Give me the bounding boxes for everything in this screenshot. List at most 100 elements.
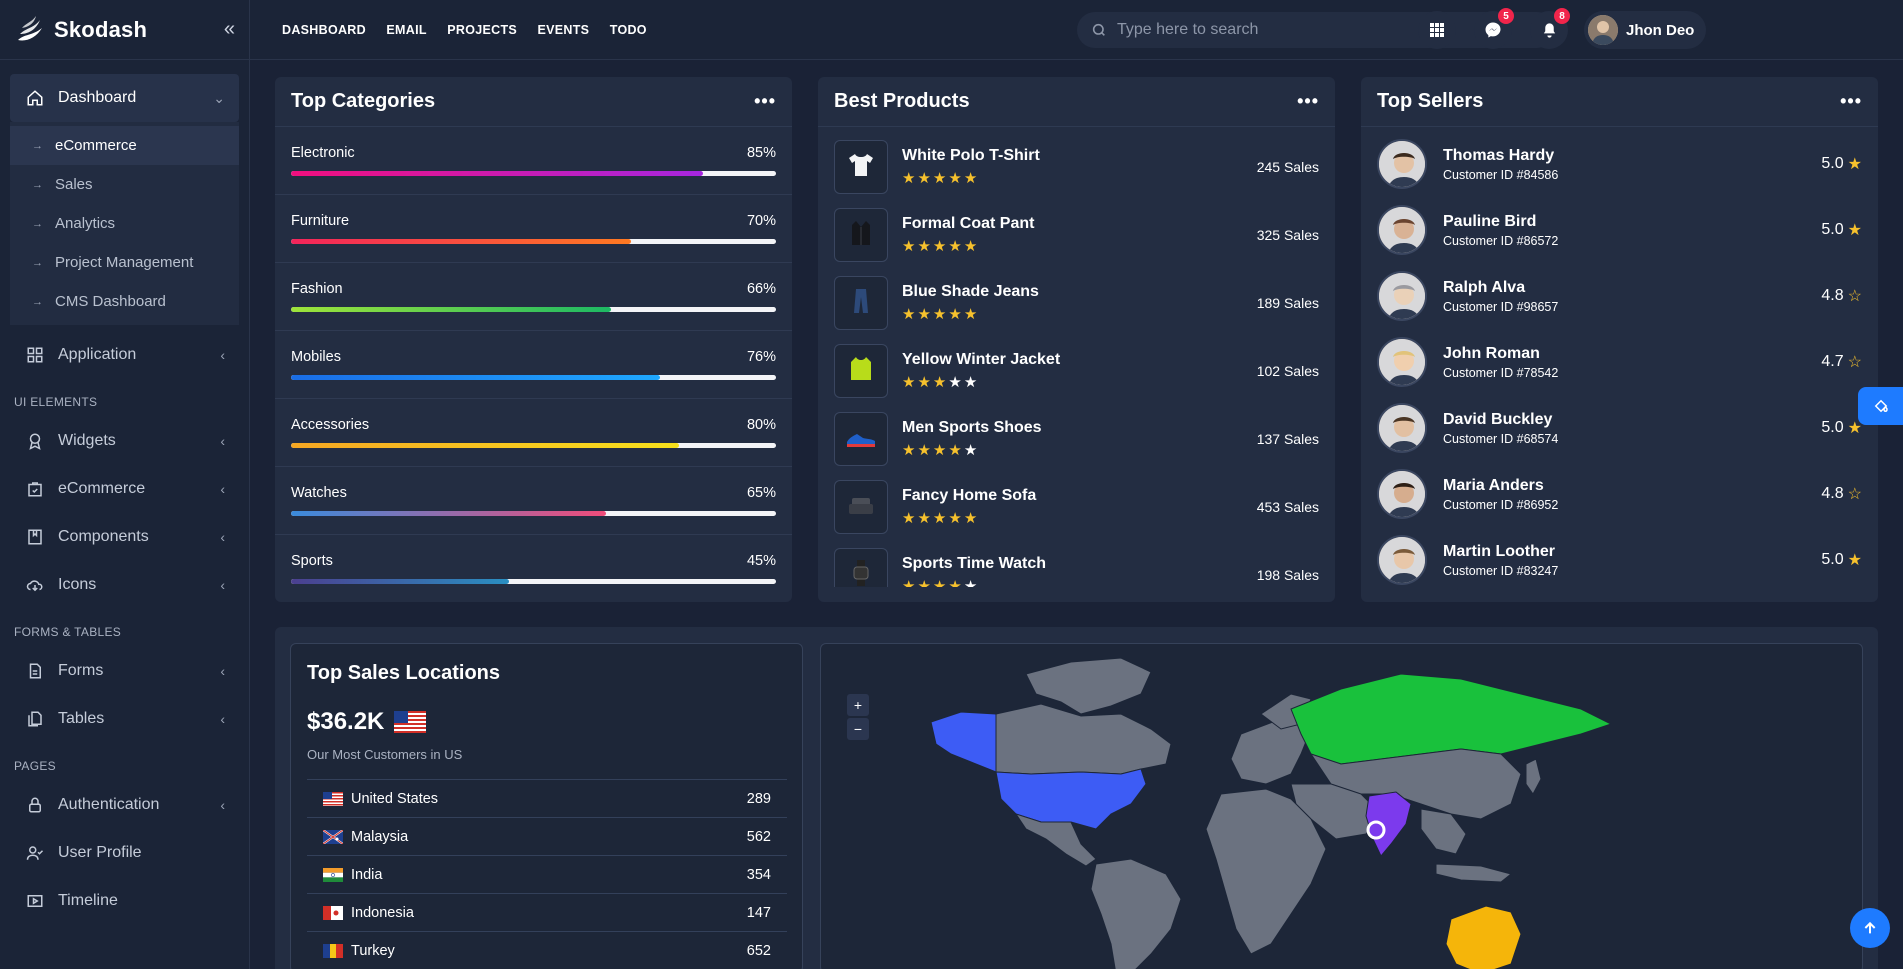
category-header: Furniture 70% [291, 213, 776, 229]
seller-name: Martin Loother [1443, 542, 1555, 560]
messages-button[interactable]: 5 [1474, 8, 1514, 49]
more-options-icon[interactable]: ••• [1297, 91, 1319, 112]
product-image [834, 208, 888, 262]
product-row[interactable]: Fancy Home Sofa ★★★★★ 453 Sales [818, 473, 1335, 541]
seller-customer-id: Customer ID #83247 [1443, 563, 1559, 578]
seller-info: Martin Loother Customer ID #83247 [1443, 543, 1558, 578]
star-icon: ★ [917, 170, 933, 187]
top-header: DASHBOARD EMAIL PROJECTS EVENTS TODO Jho… [250, 0, 1903, 60]
product-row[interactable]: Blue Shade Jeans ★★★★★ 189 Sales [818, 269, 1335, 337]
product-row[interactable]: Sports Time Watch ★★★★★ 198 Sales [818, 541, 1335, 587]
location-country: Turkey [351, 942, 395, 959]
nav-todo[interactable]: TODO [610, 23, 647, 37]
sidebar-item-tables[interactable]: Tables ‹ [10, 695, 239, 743]
star-icon: ★ [902, 306, 918, 323]
submenu-item-sales[interactable]: → Sales [10, 165, 239, 204]
seller-row[interactable]: David Buckley Customer ID #68574 5.0 ★ [1361, 395, 1878, 461]
seller-rating-value: 5.0 [1821, 155, 1844, 172]
category-list: Electronic 85% Furniture 70% Fashion 66%… [275, 127, 792, 603]
seller-rating: 4.7 ☆ [1821, 352, 1862, 372]
star-icon: ★ [1847, 552, 1862, 569]
location-value: 354 [746, 866, 771, 883]
sidebar-item-label: Application [58, 346, 137, 363]
world-map[interactable]: + − [820, 643, 1863, 969]
sidebar-item-application[interactable]: Application ‹ [10, 331, 239, 379]
sidebar-item-icons[interactable]: Icons ‹ [10, 561, 239, 609]
notifications-button[interactable]: 8 [1530, 8, 1570, 49]
seller-row[interactable]: John Roman Customer ID #78542 4.7 ☆ [1361, 329, 1878, 395]
seller-name: Thomas Hardy [1443, 146, 1555, 164]
seller-row[interactable]: Ralph Alva Customer ID #98657 4.8 ☆ [1361, 263, 1878, 329]
chevron-left-icon: ‹ [220, 347, 225, 363]
sidebar-item-widgets[interactable]: Widgets ‹ [10, 417, 239, 465]
seller-rating-value: 4.8 [1821, 485, 1844, 502]
product-row[interactable]: Men Sports Shoes ★★★★★ 137 Sales [818, 405, 1335, 473]
nav-projects[interactable]: PROJECTS [447, 23, 517, 37]
sidebar-item-components[interactable]: Components ‹ [10, 513, 239, 561]
sidebar-item-dashboard[interactable]: Dashboard ⌄ [10, 74, 239, 122]
jeans-icon [846, 286, 876, 321]
seller-rating-value: 4.7 [1821, 353, 1844, 370]
coat-icon [846, 218, 876, 253]
submenu-item-ecommerce[interactable]: → eCommerce [10, 126, 239, 165]
seller-rating: 4.8 ☆ [1821, 286, 1862, 306]
seller-row[interactable]: Pauline Bird Customer ID #86572 5.0 ★ [1361, 197, 1878, 263]
seller-row[interactable]: Maria Anders Customer ID #86952 4.8 ☆ [1361, 461, 1878, 527]
progress-track [291, 443, 776, 448]
scroll-to-top-button[interactable] [1850, 908, 1890, 948]
star-icon: ★ [917, 306, 933, 323]
star-icon: ★ [948, 442, 964, 459]
arrow-right-icon: → [32, 256, 43, 269]
sidebar-item-forms[interactable]: Forms ‹ [10, 647, 239, 695]
sidebar-item-ecommerce[interactable]: eCommerce ‹ [10, 465, 239, 513]
progress-fill [291, 307, 612, 312]
progress-fill [291, 579, 510, 584]
user-menu[interactable]: Jhon Deo [1584, 11, 1707, 49]
theme-customizer-button[interactable] [1858, 387, 1903, 425]
sidebar-collapse-icon[interactable]: « [224, 18, 235, 41]
more-options-icon[interactable]: ••• [754, 91, 776, 112]
submenu-item-analytics[interactable]: → Analytics [10, 204, 239, 243]
location-value: 652 [746, 942, 771, 959]
category-percent: 66% [746, 281, 776, 297]
product-row[interactable]: White Polo T-Shirt ★★★★★ 245 Sales [818, 133, 1335, 201]
apps-button[interactable] [1418, 11, 1456, 49]
product-info: Formal Coat Pant ★★★★★ [902, 215, 1034, 255]
progress-track [291, 239, 776, 244]
product-name: Formal Coat Pant [902, 215, 1035, 232]
star-icon: ★ [963, 306, 980, 323]
sales-amount-value: $36.2K [307, 708, 385, 735]
submenu-label: Sales [55, 176, 93, 193]
category-row: Accessories 80% [275, 399, 792, 467]
nav-email[interactable]: EMAIL [386, 23, 426, 37]
star-icon: ★ [902, 510, 918, 527]
submenu-item-project-management[interactable]: → Project Management [10, 243, 239, 282]
sidebar-item-authentication[interactable]: Authentication ‹ [10, 781, 239, 829]
seller-row[interactable]: Thomas Hardy Customer ID #84586 5.0 ★ [1361, 131, 1878, 197]
nav-dashboard[interactable]: DASHBOARD [282, 23, 366, 37]
sidebar-item-user-profile[interactable]: User Profile [10, 829, 239, 877]
submenu-label: Analytics [55, 215, 116, 232]
star-icon: ★ [902, 170, 918, 187]
product-name: Sports Time Watch [902, 555, 1047, 572]
seller-row[interactable]: Martin Loother Customer ID #83247 5.0 ★ [1361, 527, 1878, 593]
product-name: Blue Shade Jeans [902, 283, 1039, 300]
more-options-icon[interactable]: ••• [1840, 91, 1862, 112]
sidebar-item-label: Components [58, 528, 149, 545]
submenu-item-cms-dashboard[interactable]: → CMS Dashboard [10, 282, 239, 321]
files-icon [24, 708, 46, 730]
progress-track [291, 375, 776, 380]
sidebar-item-timeline[interactable]: Timeline [10, 877, 239, 925]
product-row[interactable]: Formal Coat Pant ★★★★★ 325 Sales [818, 201, 1335, 269]
category-name: Watches [291, 485, 347, 501]
star-icon: ★ [1847, 222, 1862, 239]
sidebar-item-label: Tables [58, 710, 105, 727]
progress-fill [291, 443, 679, 448]
top-nav: DASHBOARD EMAIL PROJECTS EVENTS TODO [282, 21, 663, 39]
nav-events[interactable]: EVENTS [537, 23, 589, 37]
product-name: White Polo T-Shirt [902, 147, 1040, 164]
location-country: Indonesia [351, 904, 414, 921]
product-list: White Polo T-Shirt ★★★★★ 245 Sales Forma… [818, 127, 1335, 587]
product-row[interactable]: Yellow Winter Jacket ★★★★★ 102 Sales [818, 337, 1335, 405]
card-title: Best Products [834, 90, 970, 112]
